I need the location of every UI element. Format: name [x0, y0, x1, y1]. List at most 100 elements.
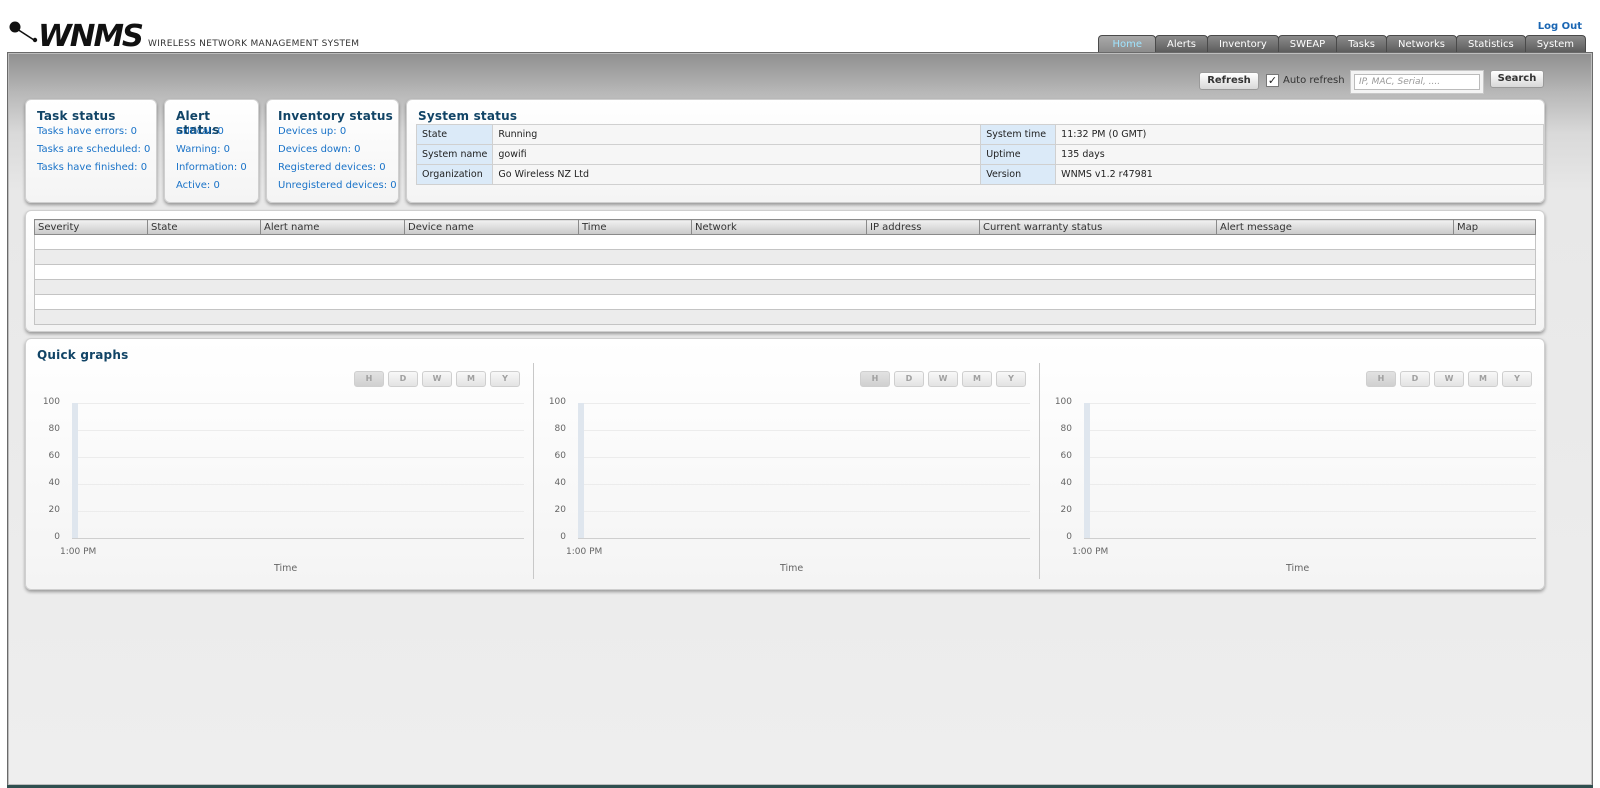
range-week-button[interactable]: W: [928, 371, 958, 387]
version-key: Version: [980, 164, 1057, 185]
tasks-scheduled-link[interactable]: Tasks are scheduled: 0: [37, 144, 150, 162]
col-alert-message[interactable]: Alert message: [1216, 219, 1454, 235]
alerts-critical-link[interactable]: Critical: 0: [176, 126, 247, 144]
unregistered-devices-link[interactable]: Unregistered devices: 0: [278, 180, 397, 198]
y-tick-label: 40: [1060, 478, 1072, 488]
refresh-button[interactable]: Refresh: [1199, 72, 1259, 90]
alerts-information-link[interactable]: Information: 0: [176, 162, 247, 180]
range-year-button[interactable]: Y: [996, 371, 1026, 387]
col-device-name[interactable]: Device name: [404, 219, 579, 235]
y-tick-label: 20: [1060, 505, 1072, 515]
quick-graphs-panel: Quick graphs H D W M Y 100 80 60 40 20 0 1:00 PM Tim…: [25, 338, 1545, 590]
inventory-status-title: Inventory status: [278, 109, 394, 123]
range-year-button[interactable]: Y: [490, 371, 520, 387]
alert-status-list: Critical: 0 Warning: 0 Information: 0 Ac…: [176, 126, 247, 198]
system-status-panel: System status State Running System time …: [406, 99, 1545, 203]
y-gridline: [1084, 484, 1536, 485]
y-tick-label: 40: [554, 478, 566, 488]
uptime-key: Uptime: [980, 144, 1057, 165]
y-tick-label: 60: [554, 451, 566, 461]
graph-range-buttons: HDWMY: [860, 371, 1030, 387]
state-value: Running: [492, 124, 982, 145]
y-tick-label: 0: [1066, 532, 1072, 542]
y-gridline: [578, 430, 1030, 431]
col-ip-address[interactable]: IP address: [866, 219, 980, 235]
y-tick-label: 40: [48, 478, 60, 488]
tab-sweap[interactable]: SWEAP: [1277, 35, 1338, 53]
logout-link[interactable]: Log Out: [1538, 21, 1582, 32]
y-tick-label: 0: [54, 532, 60, 542]
auto-refresh-label: Auto refresh: [1283, 75, 1345, 86]
range-day-button[interactable]: D: [388, 371, 418, 387]
col-warranty-status[interactable]: Current warranty status: [979, 219, 1217, 235]
system-status-table: State Running System time 11:32 PM (0 GM…: [415, 124, 1544, 185]
y-gridline: [578, 511, 1030, 512]
range-hour-button[interactable]: H: [354, 371, 384, 387]
search-button[interactable]: Search: [1490, 70, 1544, 88]
tab-inventory[interactable]: Inventory: [1207, 35, 1279, 53]
x-axis-label: Time: [1286, 563, 1310, 574]
table-row: [34, 294, 1536, 310]
tab-tasks[interactable]: Tasks: [1336, 35, 1388, 53]
table-row: [34, 249, 1536, 265]
y-gridline: [578, 457, 1030, 458]
alerts-table-panel: Severity State Alert name Device name Ti…: [25, 210, 1545, 332]
col-map[interactable]: Map: [1453, 219, 1536, 235]
system-time-value: 11:32 PM (0 GMT): [1055, 124, 1544, 145]
range-year-button[interactable]: Y: [1502, 371, 1532, 387]
search-input[interactable]: [1354, 74, 1480, 90]
range-day-button[interactable]: D: [1400, 371, 1430, 387]
y-gridline: [578, 403, 1030, 404]
alerts-warning-link[interactable]: Warning: 0: [176, 144, 247, 162]
y-gridline: [1084, 511, 1536, 512]
tasks-errors-link[interactable]: Tasks have errors: 0: [37, 126, 150, 144]
y-tick-label: 80: [1060, 424, 1072, 434]
col-severity[interactable]: Severity: [34, 219, 148, 235]
col-state[interactable]: State: [147, 219, 261, 235]
system-name-key: System name: [415, 144, 494, 165]
range-month-button[interactable]: M: [1468, 371, 1498, 387]
col-alert-name[interactable]: Alert name: [260, 219, 405, 235]
y-axis: [1084, 403, 1090, 539]
range-week-button[interactable]: W: [422, 371, 452, 387]
quick-graph-3: H D W M Y 100 80 60 40 20 0 1:00 PM Time: [1046, 361, 1546, 579]
range-month-button[interactable]: M: [962, 371, 992, 387]
range-day-button[interactable]: D: [894, 371, 924, 387]
devices-down-link[interactable]: Devices down: 0: [278, 144, 397, 162]
tab-networks[interactable]: Networks: [1386, 35, 1457, 53]
alert-status-panel: Alert status Critical: 0 Warning: 0 Info…: [164, 99, 259, 203]
tasks-finished-link[interactable]: Tasks have finished: 0: [37, 162, 150, 180]
wnms-logo[interactable]: WNMS: [8, 18, 144, 50]
tab-system[interactable]: System: [1524, 35, 1586, 53]
y-tick-label: 80: [554, 424, 566, 434]
alerts-active-link[interactable]: Active: 0: [176, 180, 247, 198]
system-status-row: System name gowifi Uptime 135 days: [415, 144, 1544, 165]
table-row: [34, 264, 1536, 280]
auto-refresh-checkbox[interactable]: ✓: [1266, 74, 1279, 87]
task-status-list: Tasks have errors: 0 Tasks are scheduled…: [37, 126, 150, 180]
y-tick-label: 60: [1060, 451, 1072, 461]
task-status-panel: Task status Tasks have errors: 0 Tasks a…: [25, 99, 157, 203]
svg-text:WNMS: WNMS: [38, 19, 142, 50]
quick-graphs-title: Quick graphs: [37, 348, 129, 362]
tab-alerts[interactable]: Alerts: [1155, 35, 1209, 53]
x-axis-label: Time: [780, 563, 804, 574]
search-box: [1350, 70, 1484, 94]
devices-up-link[interactable]: Devices up: 0: [278, 126, 397, 144]
registered-devices-link[interactable]: Registered devices: 0: [278, 162, 397, 180]
range-hour-button[interactable]: H: [860, 371, 890, 387]
y-tick-label: 0: [560, 532, 566, 542]
system-status-row: State Running System time 11:32 PM (0 GM…: [415, 124, 1544, 145]
range-week-button[interactable]: W: [1434, 371, 1464, 387]
table-row: [34, 234, 1536, 250]
col-time[interactable]: Time: [578, 219, 692, 235]
tab-home[interactable]: Home: [1098, 35, 1156, 53]
y-gridline: [1084, 403, 1536, 404]
system-time-key: System time: [980, 124, 1057, 145]
y-gridline: [1084, 430, 1536, 431]
range-month-button[interactable]: M: [456, 371, 486, 387]
col-network[interactable]: Network: [691, 219, 867, 235]
tab-statistics[interactable]: Statistics: [1455, 35, 1526, 53]
table-row: [34, 309, 1536, 325]
range-hour-button[interactable]: H: [1366, 371, 1396, 387]
